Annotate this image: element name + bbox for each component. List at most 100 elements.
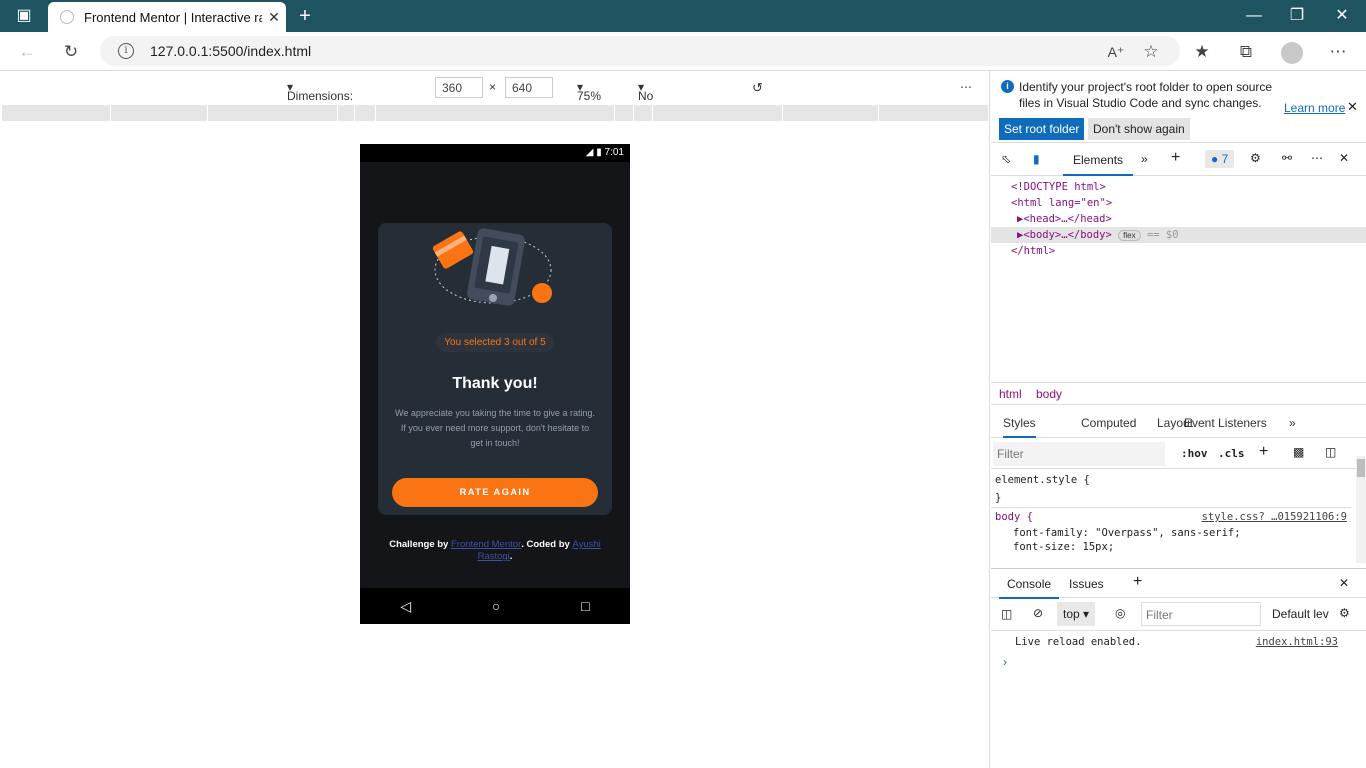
tab-event-listeners[interactable]: Event Listeners xyxy=(1184,416,1267,430)
styles-pane: element.style { } body {style.css? …0159… xyxy=(991,471,1351,554)
close-tab-icon[interactable]: ✕ xyxy=(262,9,286,26)
style-line: element.style { xyxy=(995,474,1090,486)
body-node-text: ▶<body>…</body> xyxy=(1017,229,1112,241)
tab-actions-icon[interactable]: ▣ xyxy=(8,0,40,32)
clear-console-icon[interactable]: ⊘ xyxy=(1033,606,1043,620)
read-aloud-icon[interactable]: A⁺ xyxy=(1101,37,1131,67)
thank-you-heading: Thank you! xyxy=(452,375,538,392)
console-message-text: Live reload enabled. xyxy=(1015,636,1142,648)
rotate-icon[interactable]: ↺ xyxy=(752,80,763,96)
throttling-select[interactable]: No throttling ▾ xyxy=(638,80,684,117)
profile-avatar[interactable] xyxy=(1277,37,1307,67)
devtools-main-tabs: ⬁ ▮ Elements » + ● 7 ⚙ ⚯ ⋯ ✕ xyxy=(991,144,1366,176)
android-back-icon[interactable]: ◁ xyxy=(400,598,411,615)
settings-menu-icon[interactable]: ⋯ xyxy=(1323,37,1353,67)
zoom-select[interactable]: 75% ▾ xyxy=(577,80,601,103)
dom-node[interactable]: <!DOCTYPE html> xyxy=(991,179,1366,195)
url-text: 127.0.0.1:5500/index.html xyxy=(150,43,312,59)
context-label: top xyxy=(1063,607,1080,621)
cls-toggle[interactable]: .cls xyxy=(1218,447,1245,460)
styles-scrollbar[interactable] xyxy=(1356,456,1366,563)
hov-toggle[interactable]: :hov xyxy=(1181,447,1208,460)
address-bar-row: ← ↻ i 127.0.0.1:5500/index.html A⁺ ☆ ★ ⧉… xyxy=(0,32,1366,71)
tab-issues[interactable]: Issues xyxy=(1069,577,1104,591)
back-icon[interactable]: ← xyxy=(12,37,42,67)
frontend-mentor-link[interactable]: Frontend Mentor xyxy=(451,539,521,550)
subtabs-more-icon[interactable]: » xyxy=(1289,416,1296,430)
inspect-icon[interactable]: ⬁ xyxy=(1001,152,1011,166)
favorites-icon[interactable]: ★ xyxy=(1187,37,1217,67)
add-favorite-icon[interactable]: ☆ xyxy=(1136,37,1166,67)
style-declaration[interactable]: font-family: "Overpass", sans-serif; xyxy=(991,526,1351,540)
flex-badge[interactable]: flex xyxy=(1118,230,1141,241)
dom-node-selected[interactable]: ▶<body>…</body> flex == $0 xyxy=(991,227,1366,243)
media-query-ruler[interactable] xyxy=(2,105,988,121)
browser-tab[interactable]: Frontend Mentor | Interactive rat ✕ xyxy=(48,2,286,32)
tab-console[interactable]: Console xyxy=(999,569,1060,599)
url-field[interactable]: i 127.0.0.1:5500/index.html xyxy=(100,36,1180,66)
connections-icon[interactable]: ⚯ xyxy=(1282,151,1292,165)
device-toolbar: Dimensions: Nexus 5 ▾ 360 × 640 75% ▾ No… xyxy=(0,71,990,117)
console-toolbar: ◫ ⊘ top ▾ ◎ Filter Default lev ⚙ xyxy=(991,599,1366,631)
close-window-icon[interactable]: ✕ xyxy=(1326,0,1358,32)
devtools-settings-icon[interactable]: ⚙ xyxy=(1250,151,1261,165)
height-input[interactable]: 640 xyxy=(505,77,553,98)
restore-icon[interactable]: ❐ xyxy=(1281,0,1313,32)
sidebar-toggle-icon[interactable]: ◫ xyxy=(1325,445,1336,459)
new-tab-icon[interactable]: + xyxy=(289,0,321,32)
console-filter-input[interactable]: Filter xyxy=(1141,602,1261,626)
console-settings-icon[interactable]: ⚙ xyxy=(1339,606,1350,620)
breadcrumb: html body xyxy=(991,382,1366,405)
rate-again-button[interactable]: RATE AGAIN xyxy=(392,478,598,507)
crumb-html[interactable]: html xyxy=(999,387,1022,401)
learn-more-link[interactable]: Learn more xyxy=(1284,101,1345,115)
issues-badge[interactable]: ● 7 xyxy=(1205,150,1235,168)
tab-styles[interactable]: Styles xyxy=(1003,416,1036,438)
styles-scroll-thumb[interactable] xyxy=(1357,459,1365,477)
minimize-icon[interactable]: — xyxy=(1238,0,1270,32)
add-tab-icon[interactable]: + xyxy=(1171,149,1180,167)
dimensions-select[interactable]: Dimensions: Nexus 5 ▾ xyxy=(287,80,353,117)
payment-illustration-icon xyxy=(432,228,552,306)
set-root-folder-button[interactable]: Set root folder xyxy=(999,118,1085,140)
issues-count: 7 xyxy=(1221,152,1229,166)
thank-you-card: You selected 3 out of 5 Thank you! We ap… xyxy=(378,223,612,515)
paint-icon[interactable]: ▩ xyxy=(1293,445,1304,459)
selection-badge: You selected 3 out of 5 xyxy=(436,333,554,352)
tab-elements[interactable]: Elements xyxy=(1063,144,1134,176)
attribution: Challenge by Frontend Mentor. Coded by A… xyxy=(374,539,616,563)
banner-close-icon[interactable]: ✕ xyxy=(1347,99,1358,115)
devtools-more-icon[interactable]: ⋯ xyxy=(1311,151,1323,165)
context-select[interactable]: top ▾ xyxy=(1057,602,1096,626)
more-tabs-icon[interactable]: » xyxy=(1141,152,1148,166)
site-info-icon[interactable]: i xyxy=(118,43,134,59)
live-expression-icon[interactable]: ◎ xyxy=(1115,606,1125,620)
dom-node[interactable]: </html> xyxy=(991,243,1366,259)
devtools-close-icon[interactable]: ✕ xyxy=(1339,151,1349,165)
console-source-link[interactable]: index.html:93 xyxy=(1256,636,1338,648)
crumb-body[interactable]: body xyxy=(1036,387,1062,401)
console-prompt-icon[interactable]: › xyxy=(1003,655,1007,669)
console-sidebar-icon[interactable]: ◫ xyxy=(1001,607,1012,621)
log-levels-select[interactable]: Default lev xyxy=(1272,607,1329,621)
style-declaration[interactable]: font-size: 15px; xyxy=(991,540,1351,554)
new-rule-icon[interactable]: + xyxy=(1259,443,1268,461)
android-home-icon[interactable]: ○ xyxy=(492,598,500,614)
device-toggle-icon[interactable]: ▮ xyxy=(1033,152,1040,166)
attribution-mid: . Coded by xyxy=(521,539,573,550)
reload-icon[interactable]: ↻ xyxy=(56,37,86,67)
dom-node[interactable]: ▶<head>…</head> xyxy=(991,211,1366,227)
thank-you-message: We appreciate you taking the time to giv… xyxy=(395,408,595,448)
drawer-close-icon[interactable]: ✕ xyxy=(1339,576,1349,590)
style-source-link[interactable]: style.css? …015921106:9 xyxy=(1202,511,1347,523)
android-recents-icon[interactable]: □ xyxy=(581,598,589,614)
width-input[interactable]: 360 xyxy=(435,77,483,98)
device-more-icon[interactable]: ⋯ xyxy=(960,80,972,94)
dom-node[interactable]: <html lang="en"> xyxy=(991,195,1366,211)
drawer-add-icon[interactable]: + xyxy=(1133,573,1142,591)
collections-icon[interactable]: ⧉ xyxy=(1231,37,1261,67)
style-selector: body { xyxy=(995,511,1033,523)
styles-filter-input[interactable]: Filter xyxy=(993,442,1165,466)
dont-show-again-button[interactable]: Don't show again xyxy=(1088,118,1190,140)
tab-computed[interactable]: Computed xyxy=(1081,416,1136,430)
